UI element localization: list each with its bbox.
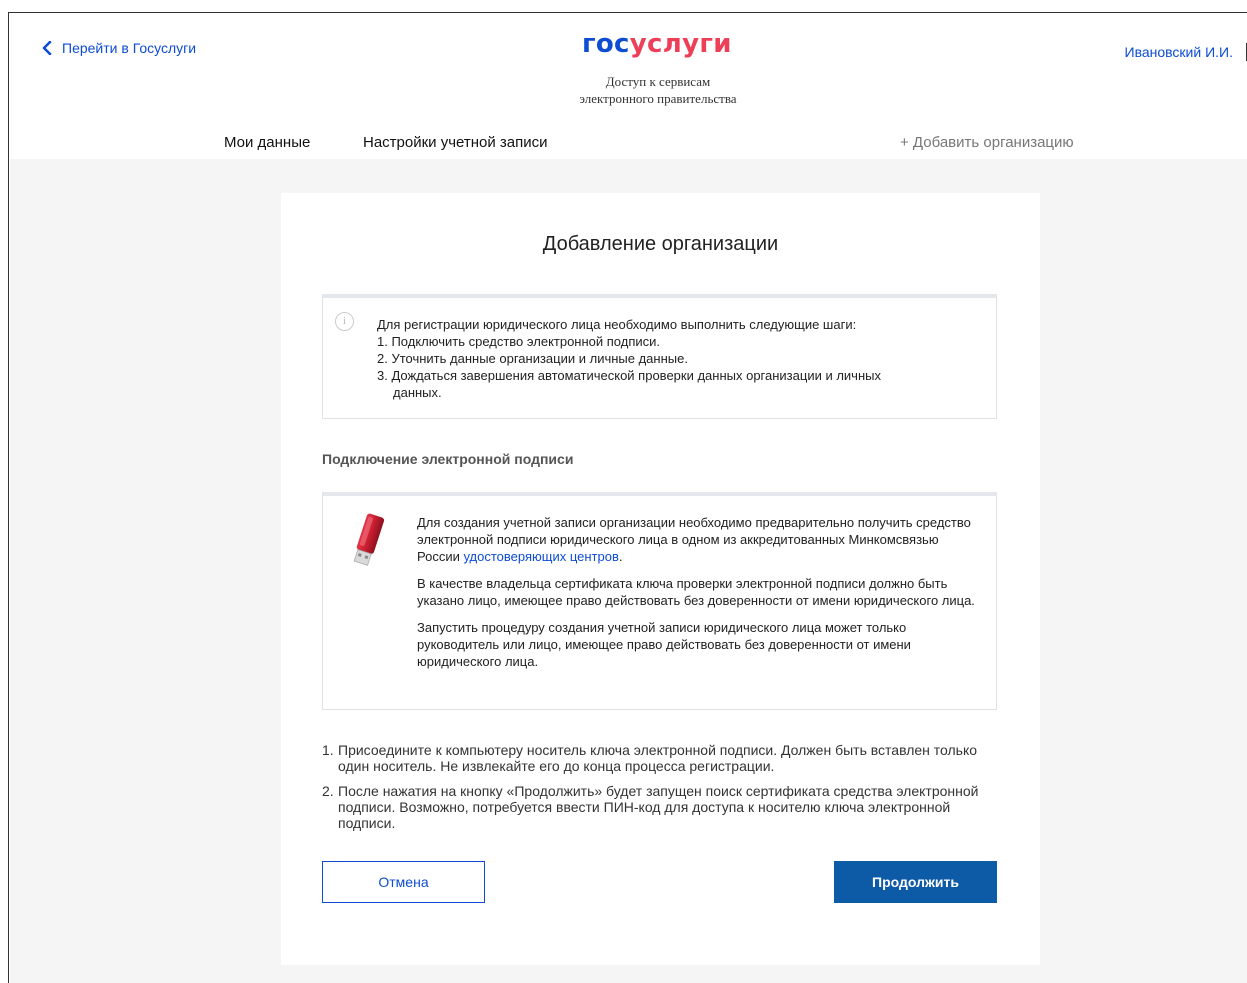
page-title: Добавление организации (542, 233, 779, 255)
tagline-line-2: электронного правительства (579, 91, 737, 106)
usb-token-icon (345, 510, 389, 572)
chevron-left-icon (42, 41, 52, 55)
signature-info-text: Для создания учетной записи организации … (417, 514, 977, 680)
nav-account-settings[interactable]: Настройки учетной записи (363, 134, 548, 151)
signature-paragraph-1-end: . (618, 549, 623, 564)
info-intro: Для регистрации юридического лица необхо… (377, 317, 857, 332)
nav-add-organization[interactable]: + Добавить организацию (900, 134, 1074, 151)
certification-centers-link[interactable]: удостоверяющих центров (463, 549, 618, 564)
instruction-step: 1. Присоедините к компьютеру носитель кл… (322, 742, 982, 774)
instruction-step-text: После нажатия на кнопку «Продолжить» буд… (338, 783, 979, 831)
info-text: Для регистрации юридического лица необхо… (377, 316, 977, 401)
instructions-list: 1. Присоедините к компьютеру носитель кл… (322, 742, 982, 840)
user-name-link[interactable]: Ивановский И.И. (1125, 44, 1234, 60)
info-step-3-continued: данных. (393, 385, 442, 400)
tagline: Доступ к сервисам электронного правитель… (510, 73, 806, 107)
instruction-step-number: 1. (322, 742, 334, 758)
section-title-signature: Подключение электронной подписи (322, 451, 574, 467)
logo-part-uslugi: услуги (629, 29, 732, 59)
tagline-line-1: Доступ к сервисам (605, 74, 711, 89)
logo-part-gos: гос (582, 29, 630, 59)
cancel-button[interactable]: Отмена (322, 861, 485, 903)
add-organization-card: Добавление организации i Для регистрации… (281, 193, 1040, 965)
signature-paragraph-3: Запустить процедуру создания учетной зап… (417, 620, 911, 669)
header: Перейти в Госуслуги госуслуги Доступ к с… (10, 14, 1247, 159)
info-box: i Для регистрации юридического лица необ… (322, 294, 997, 419)
info-step-1: 1. Подключить средство электронной подпи… (377, 334, 661, 349)
gosuslugi-logo[interactable]: госуслуги (582, 31, 732, 57)
info-icon: i (335, 312, 354, 331)
info-step-3: 3. Дождаться завершения автоматической п… (377, 368, 881, 383)
back-link-label: Перейти в Госуслуги (62, 40, 197, 56)
signature-paragraph-2: В качестве владельца сертификата ключа п… (417, 576, 975, 608)
signature-info-box: Для создания учетной записи организации … (322, 492, 997, 710)
signature-paragraph-1: Для создания учетной записи организации … (417, 514, 977, 565)
instruction-step-text: Присоедините к компьютеру носитель ключа… (338, 742, 978, 774)
back-to-gosuslugi-link[interactable]: Перейти в Госуслуги (42, 40, 196, 56)
nav-my-data[interactable]: Мои данные (224, 134, 310, 151)
instruction-step-number: 2. (322, 783, 334, 799)
instruction-step: 2. После нажатия на кнопку «Продолжить» … (322, 783, 982, 831)
info-step-2: 2. Уточнить данные организации и личные … (377, 351, 688, 366)
continue-button[interactable]: Продолжить (834, 861, 997, 903)
